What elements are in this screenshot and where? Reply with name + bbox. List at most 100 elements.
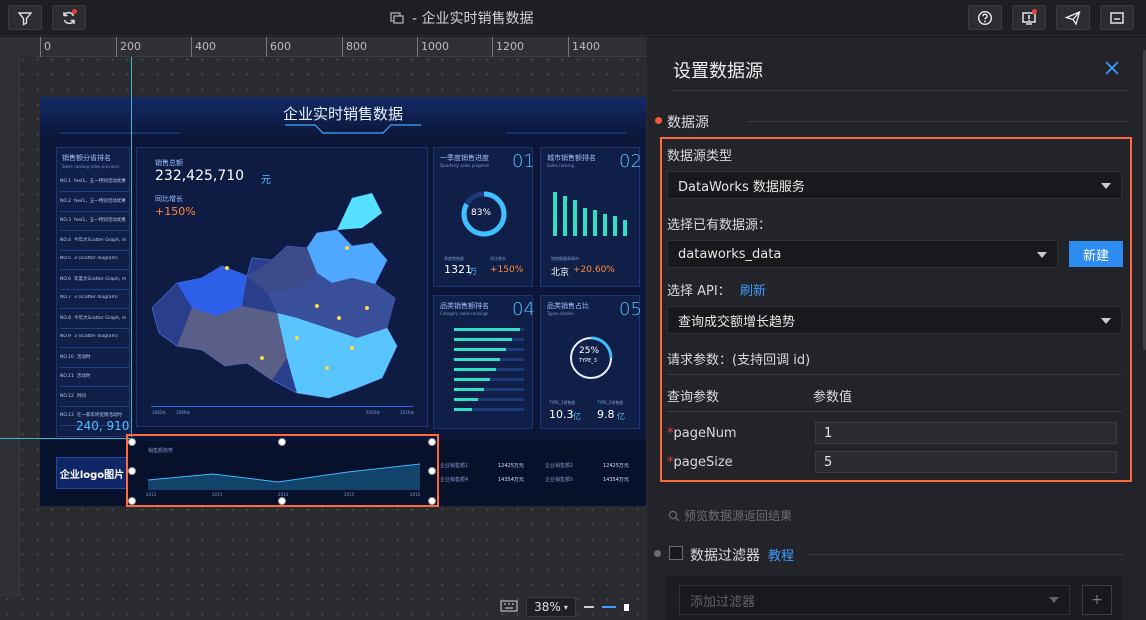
add-filter-select[interactable]: 添加过滤器 <box>679 585 1070 615</box>
existing-datasource-value: dataworks_data <box>678 246 782 262</box>
timeline-label: 2016年 <box>400 410 415 415</box>
rank-no: NO.6 <box>60 276 72 282</box>
category-bar-chart <box>454 328 524 411</box>
publish-button[interactable] <box>1056 5 1090 30</box>
refresh-button[interactable] <box>52 5 86 30</box>
ruler-tick: 1400 <box>568 37 600 57</box>
alert-button[interactable] <box>1012 5 1046 30</box>
filter-checkbox[interactable] <box>669 546 683 560</box>
zoom-select[interactable]: 38% ▾ <box>526 597 576 617</box>
param-value-input[interactable]: 5 <box>815 451 1117 473</box>
panel1-v2: +150% <box>490 265 524 275</box>
filter-button[interactable] <box>8 5 42 30</box>
rank-text: 时间 <box>76 393 86 399</box>
rank-row: NO.2 feel1，五一特别活动优惠 <box>60 198 130 212</box>
param-value-text: 1 <box>824 425 833 441</box>
rank-no: NO.10 <box>60 354 74 360</box>
resize-handle-mr[interactable] <box>428 467 436 475</box>
panel4-v2-label: TYPE_2销售额 <box>597 400 624 405</box>
panel4-v1-label: TYPE_1销售额 <box>549 400 576 405</box>
logo-box: 企业logo图片 <box>56 457 128 489</box>
filter-icon <box>17 11 33 26</box>
resize-handle-bc[interactable] <box>278 497 286 505</box>
preview-result-link[interactable]: 预览数据源返回结果 <box>668 507 792 524</box>
table-cell-label: 企业销售额2 <box>545 463 574 469</box>
new-datasource-button[interactable]: 新建 <box>1069 241 1123 267</box>
request-params-label: 请求参数：(支持回调 id) <box>667 353 811 368</box>
sales-label: 销售总额 <box>155 159 183 167</box>
rank-no: NO.12 <box>60 393 74 399</box>
api-select[interactable]: 查询成交额增长趋势 <box>667 306 1122 334</box>
panel2-city: 北京 <box>551 268 570 278</box>
ruler-tick: 600 <box>266 37 291 57</box>
send-icon <box>1065 10 1081 26</box>
zoom-out-icon[interactable] <box>584 606 594 608</box>
zoom-bar: 38% ▾ <box>500 594 646 620</box>
rank-row: NO.12 时间 <box>60 393 130 407</box>
screen-icon <box>390 12 404 24</box>
param-name-text: pageSize <box>673 455 733 470</box>
resize-handle-br[interactable] <box>428 497 436 505</box>
selected-widget-outline[interactable] <box>126 434 439 507</box>
section-status-dot <box>655 117 662 124</box>
dropdown-caret-icon <box>1049 597 1059 603</box>
timeline-label: 1989年 <box>176 410 191 415</box>
notification-dot <box>72 9 77 14</box>
rank-text: 活动时 <box>76 354 91 360</box>
close-icon[interactable] <box>1101 57 1123 79</box>
api-refresh-link[interactable]: 刷新 <box>740 280 766 299</box>
vertical-ruler <box>0 57 20 597</box>
param-row-name: *pageNum <box>667 426 737 441</box>
quarter-progress-panel: 一季度销售进度 Quarterly sales progress 01 83% … <box>433 147 535 287</box>
rank-text: 3 (scatter diagram) <box>74 334 118 339</box>
table-cell-label: 企业销售额4 <box>440 477 469 483</box>
rank-no: NO.11 <box>60 374 74 379</box>
city-bar-chart <box>553 192 627 236</box>
share-gauge-label: 25% <box>579 346 600 356</box>
help-button[interactable] <box>968 5 1002 30</box>
rank-no: NO.1 <box>60 179 72 184</box>
api-value: 查询成交额增长趋势 <box>678 314 796 330</box>
zoom-slider-handle[interactable] <box>624 603 629 611</box>
param-value-text: 5 <box>824 454 833 470</box>
category-rank-panel: 品类销售额排名 Category sales rankings 04 <box>433 295 535 429</box>
rank-row: NO.6 年度大Scatter Graph, m <box>60 276 130 290</box>
resize-handle-tl[interactable] <box>128 438 136 446</box>
panel3-number: 04 <box>512 299 535 320</box>
panel1-v2-label: 同比增长 <box>490 256 506 261</box>
panel4-v2-unit: 亿 <box>617 412 625 421</box>
exit-button[interactable] <box>1100 5 1134 30</box>
rank-no: NO.7 <box>60 295 72 300</box>
panel2-number: 02 <box>619 151 642 172</box>
param-value-input[interactable]: 1 <box>815 422 1117 444</box>
keyboard-icon[interactable] <box>500 600 518 614</box>
category-share-panel: 品类销售占比 Types ofsales 05 25% TYPE_3 TYPE_… <box>540 295 642 429</box>
filter-tutorial-link[interactable]: 教程 <box>768 545 794 564</box>
search-icon <box>668 510 680 521</box>
ruler-tick: 1000 <box>417 37 449 57</box>
panel2-subtitle: Sales ranking <box>547 163 575 168</box>
panel2-pct: +20.60% <box>573 265 615 275</box>
rank-text: 3 (scatter diagram) <box>74 295 118 300</box>
resize-handle-tr[interactable] <box>428 438 436 446</box>
rank-row: NO.7 3 (scatter diagram) <box>60 295 130 309</box>
panel4-number: 05 <box>619 299 642 320</box>
rank-title: 销售额分省排名 <box>62 154 111 162</box>
resize-handle-tc[interactable] <box>278 438 286 446</box>
panel4-v2: 9.8 <box>597 408 615 421</box>
resize-handle-ml[interactable] <box>128 467 136 475</box>
datasource-type-select[interactable]: DataWorks 数据服务 <box>667 171 1122 199</box>
timeline-label: 2000年 <box>366 410 381 415</box>
rank-no: NO.9 <box>60 334 72 339</box>
param-name-header: 查询参数 <box>667 390 720 405</box>
resize-handle-bl[interactable] <box>128 497 136 505</box>
add-filter-button[interactable]: + <box>1082 585 1112 615</box>
existing-datasource-select[interactable]: dataworks_data <box>667 240 1058 268</box>
panel3-subtitle: Category sales rankings <box>440 311 489 316</box>
china-map <box>151 193 398 399</box>
dropdown-caret-icon <box>1101 183 1111 189</box>
zoom-slider[interactable] <box>602 606 616 608</box>
panel4-v1-unit: 亿 <box>573 412 581 421</box>
rank-no: NO.3 <box>60 218 72 223</box>
rank-subtitle: Sales ranking sales province <box>62 164 120 169</box>
